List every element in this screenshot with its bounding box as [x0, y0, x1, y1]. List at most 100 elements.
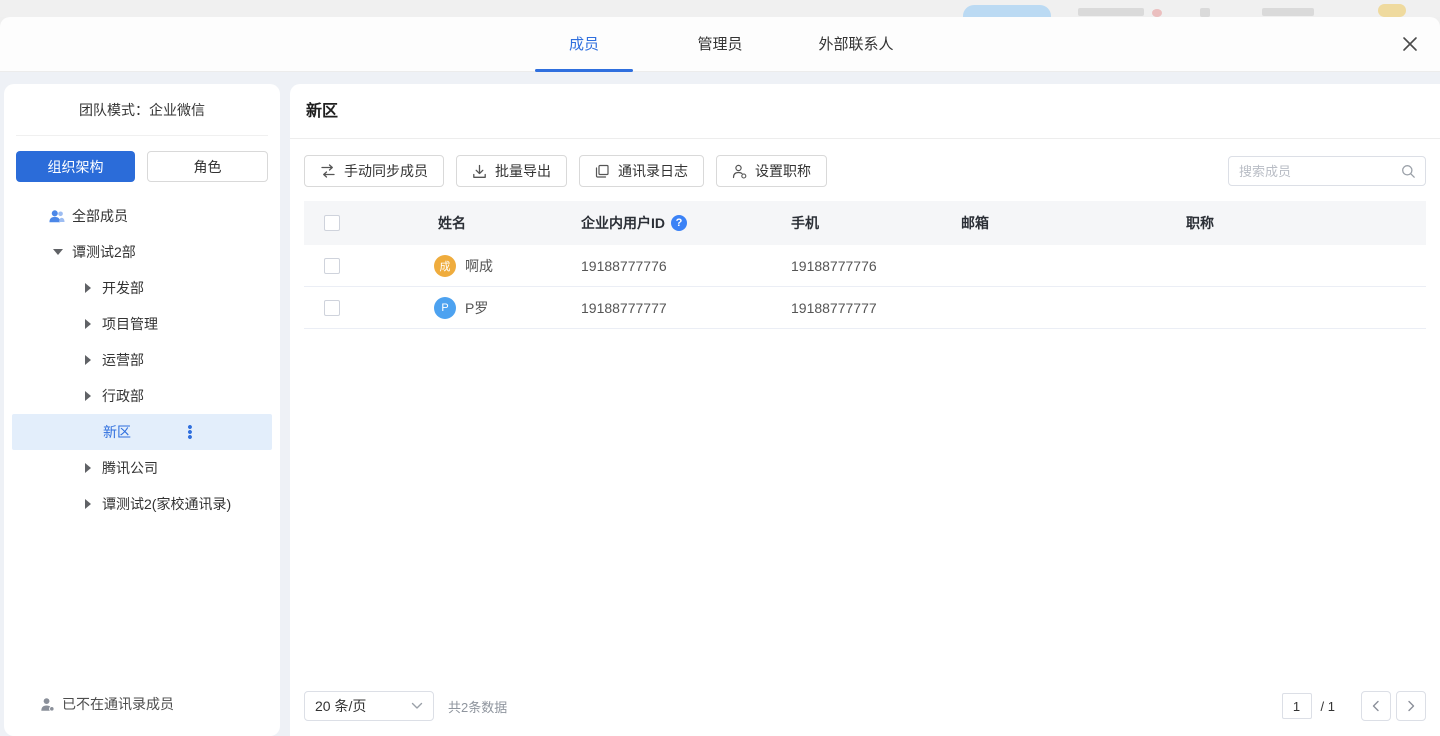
select-all-checkbox[interactable] — [324, 215, 340, 231]
button-label: 手动同步成员 — [344, 161, 428, 181]
page-title: 新区 — [290, 84, 1440, 139]
tree-item-dept[interactable]: 谭测试2(家校通讯录) — [12, 486, 272, 522]
sidebar-segmented-control: 组织架构 角色 — [16, 136, 268, 190]
caret-right-icon[interactable] — [85, 283, 91, 293]
table-row[interactable]: 成 啊成 19188777776 19188777776 — [304, 245, 1426, 287]
total-count-label: 共2条数据 — [448, 697, 507, 716]
page-size-value: 20 条/页 — [315, 696, 366, 716]
table-header-row: 姓名 企业内用户ID ? 手机 邮箱 职称 — [304, 201, 1426, 245]
modal-body: 团队模式：企业微信 组织架构 角色 全部成员 — [0, 72, 1440, 736]
header-cell-title: 职称 — [1186, 213, 1426, 233]
row-checkbox[interactable] — [324, 300, 340, 316]
former-members-label: 已不在通讯录成员 — [62, 694, 174, 714]
avatar: 成 — [434, 255, 456, 277]
page-size-select[interactable]: 20 条/页 — [304, 691, 434, 721]
row-checkbox[interactable] — [324, 258, 340, 274]
caret-right-icon[interactable] — [85, 499, 91, 509]
button-label: 通讯录日志 — [618, 161, 688, 181]
tree-item-dept[interactable]: 行政部 — [12, 378, 272, 414]
search-box — [1228, 156, 1426, 186]
former-members-link[interactable]: 已不在通讯录成员 — [4, 694, 280, 736]
tree-item-label: 腾讯公司 — [102, 458, 158, 478]
tree-item-label: 谭测试2部 — [72, 242, 136, 262]
cell-phone: 19188777776 — [791, 258, 961, 274]
next-page-button[interactable] — [1396, 691, 1426, 721]
tree-item-all-members[interactable]: 全部成员 — [12, 198, 272, 234]
member-panel: 新区 手动同步成员 批量导出 — [290, 84, 1440, 736]
chevron-right-icon — [1406, 700, 1416, 712]
tree-item-dept[interactable]: 谭测试2部 — [12, 234, 272, 270]
set-title-button[interactable]: 设置职称 — [716, 155, 827, 187]
chevron-left-icon — [1371, 700, 1381, 712]
tab-admins[interactable]: 管理员 — [652, 17, 788, 72]
tree-item-dept[interactable]: 腾讯公司 — [12, 450, 272, 486]
tree-item-label: 项目管理 — [102, 314, 158, 334]
member-table: 姓名 企业内用户ID ? 手机 邮箱 职称 — [304, 201, 1426, 329]
chevron-down-icon — [411, 702, 423, 710]
background-ghost-text — [1078, 8, 1144, 16]
org-tree: 全部成员 谭测试2部 开发部 项目管理 — [4, 190, 280, 694]
page-number-input[interactable] — [1282, 693, 1312, 719]
tree-item-label: 谭测试2(家校通讯录) — [102, 494, 231, 514]
tab-label: 外部联系人 — [818, 36, 893, 53]
members-icon — [48, 208, 66, 224]
header-cell-user-id: 企业内用户ID ? — [581, 213, 791, 233]
header-cell-checkbox — [304, 215, 364, 231]
toolbar: 手动同步成员 批量导出 通讯录日志 — [304, 155, 1426, 187]
active-tab-underline — [535, 69, 633, 72]
member-name: 啊成 — [465, 256, 493, 276]
background-ghost-text — [1262, 8, 1314, 16]
cell-user-id: 19188777776 — [581, 258, 791, 274]
caret-right-icon[interactable] — [85, 355, 91, 365]
avatar: P — [434, 297, 456, 319]
caret-right-icon[interactable] — [85, 391, 91, 401]
app-root: 成员 管理员 外部联系人 团队模式：企业微信 组织架构 角色 — [0, 0, 1440, 736]
tree-item-dept[interactable]: 运营部 — [12, 342, 272, 378]
download-icon — [472, 164, 487, 179]
vertical-dots-icon[interactable]: ••• — [183, 425, 197, 440]
sidebar-head: 团队模式：企业微信 组织架构 角色 — [4, 84, 280, 190]
tab-members[interactable]: 成员 — [516, 17, 652, 72]
cell-phone: 19188777777 — [791, 300, 961, 316]
team-mode-label: 团队模式：企业微信 — [16, 100, 268, 136]
background-page-strip — [0, 0, 1440, 17]
header-cell-email: 邮箱 — [961, 213, 1186, 233]
header-cell-name: 姓名 — [364, 213, 581, 233]
cell-name: P P罗 — [364, 297, 581, 319]
former-member-icon — [40, 697, 55, 712]
cell-user-id: 19188777777 — [581, 300, 791, 316]
contacts-modal: 成员 管理员 外部联系人 团队模式：企业微信 组织架构 角色 — [0, 17, 1440, 736]
tree-item-dept-selected[interactable]: 新区 ••• — [12, 414, 272, 450]
manual-sync-button[interactable]: 手动同步成员 — [304, 155, 444, 187]
batch-export-button[interactable]: 批量导出 — [456, 155, 567, 187]
org-sidebar: 团队模式：企业微信 组织架构 角色 全部成员 — [4, 84, 280, 736]
log-icon — [595, 164, 610, 179]
tab-label: 成员 — [569, 36, 599, 53]
contacts-log-button[interactable]: 通讯录日志 — [579, 155, 704, 187]
tree-item-label: 开发部 — [102, 278, 144, 298]
table-footer: 20 条/页 共2条数据 / 1 — [290, 690, 1440, 736]
tree-item-dept[interactable]: 项目管理 — [12, 306, 272, 342]
cell-checkbox — [304, 300, 364, 316]
table-row[interactable]: P P罗 19188777777 19188777777 — [304, 287, 1426, 329]
header-label: 企业内用户ID — [581, 213, 665, 233]
prev-page-button[interactable] — [1361, 691, 1391, 721]
org-structure-button[interactable]: 组织架构 — [16, 151, 135, 182]
caret-down-icon[interactable] — [53, 249, 63, 255]
button-label: 批量导出 — [495, 161, 551, 181]
tab-external-contacts[interactable]: 外部联系人 — [788, 17, 924, 72]
background-ghost-avatar — [1378, 4, 1406, 17]
tree-item-label: 运营部 — [102, 350, 144, 370]
pagination: / 1 — [1282, 691, 1426, 721]
background-button-ghost — [963, 5, 1051, 17]
question-icon[interactable]: ? — [671, 215, 687, 231]
caret-right-icon[interactable] — [85, 319, 91, 329]
tree-item-dept[interactable]: 开发部 — [12, 270, 272, 306]
roles-button[interactable]: 角色 — [147, 151, 268, 182]
close-icon[interactable] — [1398, 32, 1422, 56]
caret-right-icon[interactable] — [85, 463, 91, 473]
search-icon[interactable] — [1401, 164, 1416, 179]
search-input[interactable] — [1239, 164, 1401, 179]
total-pages-label: / 1 — [1321, 699, 1335, 714]
button-label: 设置职称 — [755, 161, 811, 181]
